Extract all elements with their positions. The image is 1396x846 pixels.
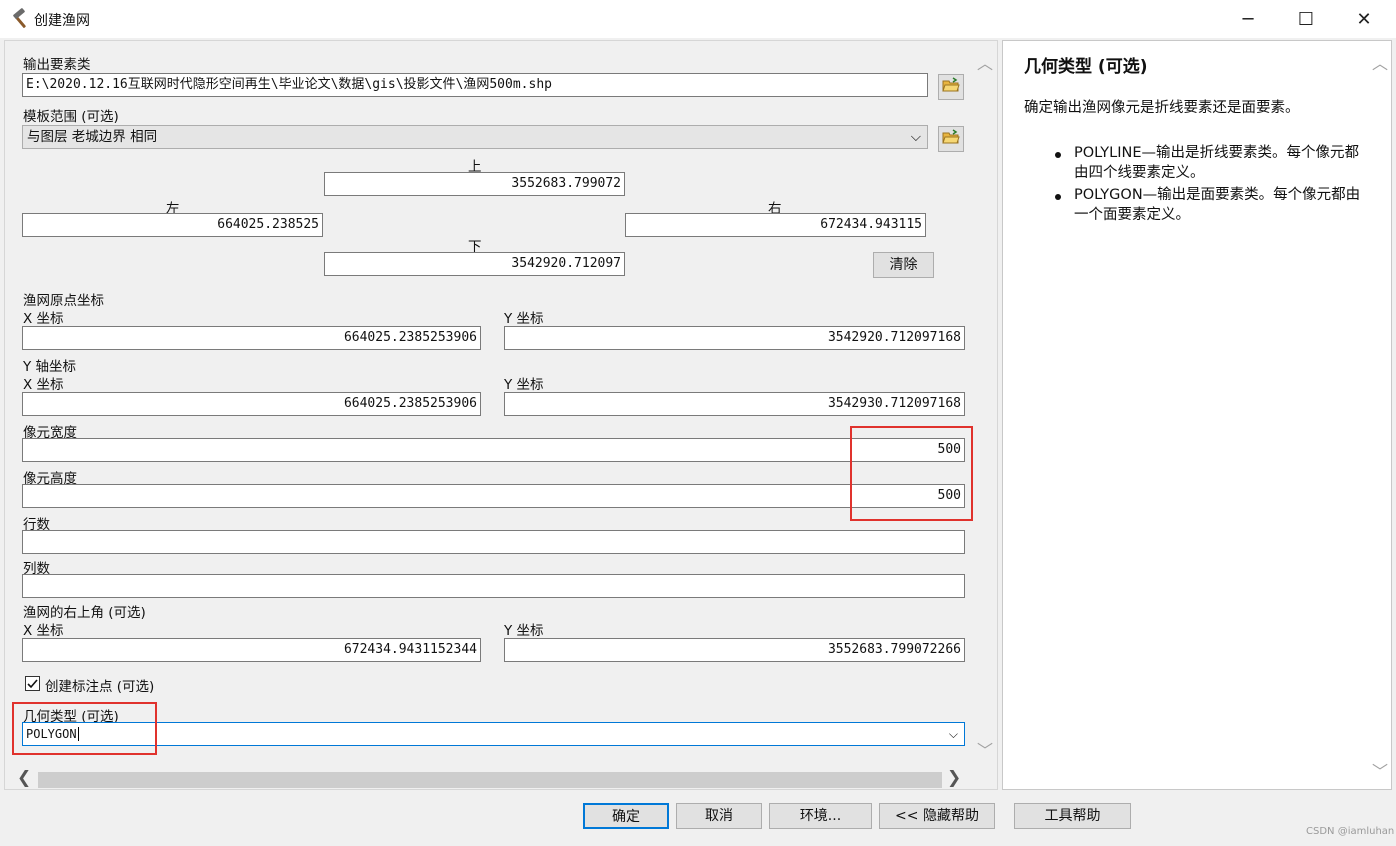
help-description: 确定输出渔网像元是折线要素还是面要素。 xyxy=(1024,100,1300,116)
corner-y-label: Y 坐标 xyxy=(504,623,544,639)
yaxis-y-label: Y 坐标 xyxy=(504,377,544,393)
checkbox-checked-icon xyxy=(27,679,38,689)
vertical-scrollbar[interactable] xyxy=(975,41,997,766)
chevron-right-icon[interactable]: ❯ xyxy=(947,768,961,788)
yaxis-x-label: X 坐标 xyxy=(23,377,64,393)
rows-input[interactable] xyxy=(22,530,965,554)
cell-height-input[interactable]: 500 xyxy=(22,484,965,508)
clear-button[interactable]: 清除 xyxy=(873,252,934,278)
origin-y-input[interactable]: 3542920.712097168 xyxy=(504,326,965,350)
yaxis-x-input[interactable]: 664025.2385253906 xyxy=(22,392,481,416)
template-extent-value: 与图层 老城边界 相同 xyxy=(27,129,158,145)
corner-x-input[interactable]: 672434.9431152344 xyxy=(22,638,481,662)
close-button[interactable]: ✕ xyxy=(1335,0,1393,38)
cancel-button[interactable]: 取消 xyxy=(676,803,762,829)
cell-width-input[interactable]: 500 xyxy=(22,438,965,462)
corner-y-input[interactable]: 3552683.799072266 xyxy=(504,638,965,662)
horizontal-scroll-thumb[interactable] xyxy=(38,772,942,788)
hide-help-button[interactable]: << 隐藏帮助 xyxy=(879,803,995,829)
browse-template-button[interactable] xyxy=(938,126,964,152)
extent-left-input[interactable]: 664025.238525 xyxy=(22,213,323,237)
browse-output-button[interactable] xyxy=(938,74,964,100)
chevron-left-icon[interactable]: ❮ xyxy=(17,768,31,788)
chevron-down-icon[interactable]: ﹀ xyxy=(1372,758,1388,782)
folder-open-icon xyxy=(942,129,960,149)
extent-bottom-input[interactable]: 3542920.712097 xyxy=(324,252,625,276)
yaxis-label: Y 轴坐标 xyxy=(23,359,77,375)
chevron-up-icon[interactable]: ︿ xyxy=(1372,50,1388,74)
corner-x-label: X 坐标 xyxy=(23,623,64,639)
template-extent-select[interactable]: 与图层 老城边界 相同 ⌵ xyxy=(22,125,928,149)
yaxis-y-input[interactable]: 3542930.712097168 xyxy=(504,392,965,416)
cols-input[interactable] xyxy=(22,574,965,598)
origin-y-label: Y 坐标 xyxy=(504,311,544,327)
bullet-icon xyxy=(1055,194,1061,200)
extent-right-input[interactable]: 672434.943115 xyxy=(625,213,926,237)
hammer-icon xyxy=(10,8,32,30)
highlight-box-cell-size xyxy=(850,426,973,521)
window-title: 创建渔网 xyxy=(34,13,90,29)
help-item-polyline: POLYLINE—输出是折线要素类。每个像元都由四个线要素定义。 xyxy=(1074,145,1360,181)
chevron-down-icon[interactable]: ﹀ xyxy=(977,737,993,761)
chevron-up-icon[interactable]: ︿ xyxy=(977,50,993,74)
bullet-icon xyxy=(1055,152,1061,158)
environments-button[interactable]: 环境... xyxy=(769,803,872,829)
geometry-select[interactable]: POLYGON ⌵ xyxy=(22,722,965,746)
chevron-down-icon: ⌵ xyxy=(948,727,958,741)
chevron-down-icon: ⌵ xyxy=(910,129,921,145)
origin-label: 渔网原点坐标 xyxy=(23,293,104,309)
template-extent-label: 模板范围 (可选) xyxy=(23,109,119,125)
output-path-input[interactable]: E:\2020.12.16互联网时代隐形空间再生\毕业论文\数据\gis\投影文… xyxy=(22,73,928,97)
origin-x-input[interactable]: 664025.2385253906 xyxy=(22,326,481,350)
maximize-button[interactable]: ☐ xyxy=(1277,0,1335,38)
corner-label: 渔网的右上角 (可选) xyxy=(23,605,146,621)
folder-open-icon xyxy=(942,77,960,97)
minimize-button[interactable]: ─ xyxy=(1219,0,1277,38)
help-title: 几何类型 (可选) xyxy=(1024,57,1148,77)
output-label: 输出要素类 xyxy=(23,57,91,73)
ok-button[interactable]: 确定 xyxy=(583,803,669,829)
extent-top-input[interactable]: 3552683.799072 xyxy=(324,172,625,196)
labels-checkbox[interactable] xyxy=(25,676,40,691)
help-item-polygon: POLYGON—输出是面要素类。每个像元都由一个面要素定义。 xyxy=(1074,187,1361,223)
origin-x-label: X 坐标 xyxy=(23,311,64,327)
title-bar xyxy=(0,0,1396,38)
tool-help-button[interactable]: 工具帮助 xyxy=(1014,803,1131,829)
labels-checkbox-label: 创建标注点 (可选) xyxy=(45,679,155,695)
watermark: CSDN @iamluhan xyxy=(1306,826,1395,837)
highlight-box-geometry xyxy=(12,702,157,755)
